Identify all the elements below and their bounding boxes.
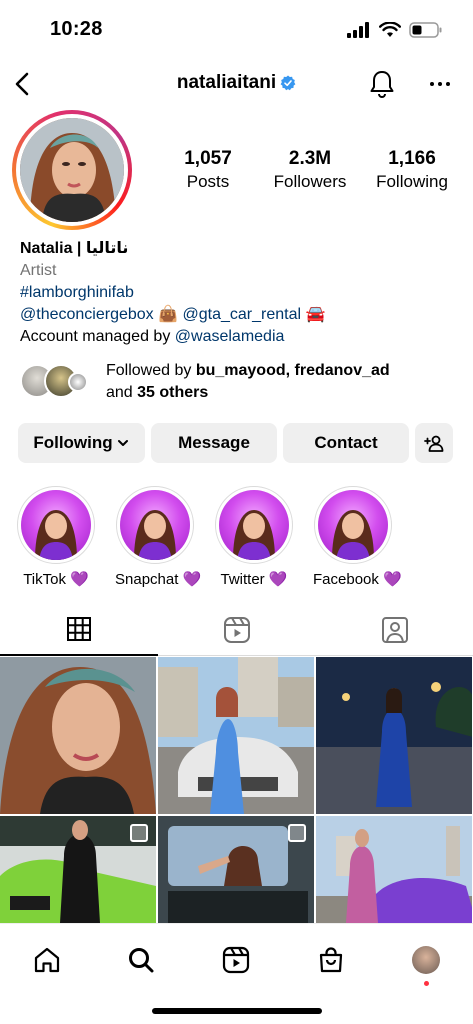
home-indicator bbox=[152, 1008, 322, 1014]
mention-link-car-rental[interactable]: @gta_car_rental bbox=[182, 306, 301, 323]
highlight-cover bbox=[120, 490, 190, 560]
profile-actions: Following Message Contact bbox=[18, 423, 455, 463]
followers-label: Followers bbox=[273, 172, 347, 191]
mutual-avatar bbox=[68, 372, 88, 392]
following-button-label: Following bbox=[33, 433, 113, 452]
post-thumbnail[interactable] bbox=[316, 657, 472, 814]
nav-reels[interactable] bbox=[216, 940, 256, 980]
battery-icon bbox=[409, 22, 442, 38]
profile-avatar-small bbox=[412, 946, 440, 974]
more-options-button[interactable] bbox=[429, 70, 451, 103]
nav-search[interactable] bbox=[121, 940, 161, 980]
signal-icon bbox=[347, 22, 369, 38]
home-icon bbox=[34, 947, 60, 973]
nav-shop[interactable] bbox=[311, 940, 351, 980]
profile-stats: 1,057 Posts 2.3M Followers 1,166 Followi… bbox=[160, 148, 460, 192]
handbag-emoji: 👜 bbox=[158, 306, 179, 323]
tab-tagged[interactable] bbox=[316, 604, 473, 656]
shop-icon bbox=[319, 947, 343, 973]
nav-profile[interactable] bbox=[406, 940, 446, 986]
avatar-photo bbox=[20, 118, 124, 222]
posts-grid bbox=[0, 657, 473, 923]
highlight-item[interactable]: TikTok 💜 bbox=[16, 486, 96, 588]
followed-by-text: Followed by bu_mayood, fredanov_ad and 3… bbox=[106, 362, 390, 401]
profile-tabs bbox=[0, 604, 473, 656]
following-button[interactable]: Following bbox=[18, 423, 145, 463]
contact-button-label: Contact bbox=[314, 433, 378, 452]
mutual-user-2: fredanov_ad bbox=[294, 362, 390, 379]
mention-link-concierge[interactable]: @theconciergebox bbox=[20, 306, 154, 323]
highlight-item[interactable]: Facebook 💜 bbox=[313, 486, 402, 588]
managed-by-label: Account managed by bbox=[20, 328, 175, 345]
verified-icon bbox=[280, 75, 296, 91]
profile-bio: Natalia | ناتاليا Artist #lamborghinifab… bbox=[20, 238, 460, 348]
highlight-label: Twitter 💜 bbox=[220, 571, 288, 588]
multi-image-icon bbox=[130, 824, 148, 842]
wifi-icon bbox=[379, 22, 401, 37]
highlight-item[interactable]: Snapchat 💜 bbox=[115, 486, 202, 588]
hashtag-link[interactable]: #lamborghinifab bbox=[20, 284, 134, 301]
status-bar: 10:28 bbox=[0, 0, 473, 60]
highlight-label: Facebook 💜 bbox=[313, 571, 402, 588]
search-icon bbox=[129, 948, 154, 973]
following-stat[interactable]: 1,166 Following bbox=[364, 148, 460, 192]
message-button[interactable]: Message bbox=[151, 423, 277, 463]
tab-reels[interactable] bbox=[158, 604, 316, 656]
highlight-label: TikTok 💜 bbox=[23, 571, 89, 588]
car-emoji: 🚘 bbox=[305, 306, 326, 323]
following-count: 1,166 bbox=[388, 148, 436, 169]
suggested-users-button[interactable] bbox=[415, 423, 453, 463]
highlight-cover bbox=[219, 490, 289, 560]
highlight-cover bbox=[318, 490, 388, 560]
posts-stat[interactable]: 1,057 Posts bbox=[160, 148, 256, 192]
status-icons bbox=[347, 22, 443, 38]
bell-icon bbox=[370, 71, 394, 98]
followers-count: 2.3M bbox=[288, 148, 332, 169]
mention-link-waselamedia[interactable]: @waselamedia bbox=[175, 328, 285, 345]
username: nataliaitani bbox=[176, 72, 277, 93]
multi-image-icon bbox=[288, 824, 306, 842]
profile-header: nataliaitani bbox=[0, 62, 473, 106]
reels-icon bbox=[222, 946, 250, 974]
bottom-navigation bbox=[0, 923, 473, 1024]
highlight-label: Snapchat 💜 bbox=[115, 571, 202, 588]
mutual-others-count: 35 others bbox=[137, 384, 209, 401]
tab-posts-grid[interactable] bbox=[0, 604, 158, 656]
post-thumbnail[interactable] bbox=[0, 657, 156, 814]
username-title: nataliaitani bbox=[0, 72, 473, 94]
notifications-button[interactable] bbox=[369, 70, 395, 103]
add-person-icon bbox=[424, 435, 444, 452]
mutual-user-1: bu_mayood bbox=[195, 362, 286, 379]
reels-icon bbox=[224, 617, 250, 643]
nav-home[interactable] bbox=[27, 940, 67, 980]
grid-icon bbox=[67, 617, 91, 641]
category-label: Artist bbox=[20, 262, 57, 279]
notification-dot bbox=[424, 981, 429, 986]
more-icon bbox=[430, 82, 450, 86]
posts-count: 1,057 bbox=[184, 148, 232, 169]
display-name: Natalia | ناتاليا bbox=[20, 240, 129, 257]
highlight-cover bbox=[21, 490, 91, 560]
tagged-icon bbox=[382, 617, 408, 643]
following-label: Following bbox=[376, 172, 448, 191]
mutual-avatars bbox=[20, 364, 90, 400]
followed-by[interactable]: Followed by bu_mayood, fredanov_ad and 3… bbox=[20, 360, 460, 404]
contact-button[interactable]: Contact bbox=[283, 423, 409, 463]
avatar-illustration bbox=[20, 118, 124, 222]
chevron-down-icon bbox=[117, 440, 128, 446]
story-highlights: TikTok 💜 Snapchat 💜 Twitter 💜 Facebook 💜 bbox=[16, 486, 416, 588]
highlight-item[interactable]: Twitter 💜 bbox=[214, 486, 294, 588]
posts-label: Posts bbox=[186, 172, 230, 191]
status-time: 10:28 bbox=[50, 18, 103, 40]
followers-stat[interactable]: 2.3M Followers bbox=[262, 148, 358, 192]
post-thumbnail[interactable] bbox=[158, 657, 314, 814]
message-button-label: Message bbox=[178, 433, 250, 452]
profile-avatar[interactable] bbox=[12, 110, 132, 230]
